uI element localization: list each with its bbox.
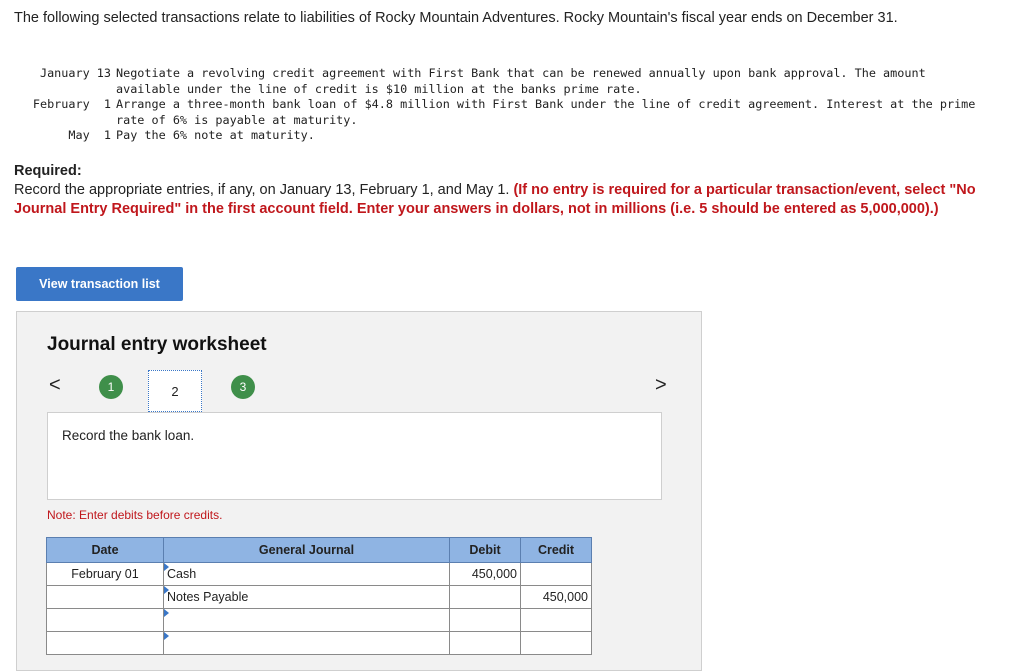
journal-entry-worksheet: Journal entry worksheet < 1 2 3 > Record… <box>16 311 702 671</box>
journal-table: Date General Journal Debit Credit Februa… <box>46 537 592 655</box>
account-value: Cash <box>167 567 197 581</box>
credit-cell[interactable] <box>520 562 592 586</box>
debit-cell[interactable]: 450,000 <box>449 562 521 586</box>
transaction-text: Pay the 6% note at maturity. <box>116 128 315 142</box>
header-debit: Debit <box>449 537 521 563</box>
date-cell[interactable] <box>46 585 164 609</box>
transaction-row: January 13 Negotiate a revolving credit … <box>14 66 996 97</box>
required-section: Required: Record the appropriate entries… <box>14 162 999 219</box>
transaction-date: February 1 <box>32 97 111 111</box>
credit-cell[interactable] <box>520 631 592 655</box>
account-value: Notes Payable <box>167 590 249 604</box>
account-cell[interactable] <box>163 608 455 632</box>
intro-text: The following selected transactions rela… <box>14 10 898 26</box>
worksheet-title: Journal entry worksheet <box>47 334 267 355</box>
entry-description: Record the bank loan. <box>47 412 662 500</box>
chevron-left-icon[interactable]: < <box>49 374 61 397</box>
step-2-button[interactable]: 2 <box>148 370 202 412</box>
required-text: Record the appropriate entries, if any, … <box>14 182 514 198</box>
date-cell[interactable] <box>46 608 164 632</box>
transaction-text: Negotiate a revolving credit agreement w… <box>116 66 933 96</box>
chevron-right-icon[interactable]: > <box>655 374 667 397</box>
transaction-date: January 13 <box>39 66 111 80</box>
credit-cell[interactable]: 450,000 <box>520 585 592 609</box>
date-cell[interactable]: February 01 <box>46 562 164 586</box>
step-3-button[interactable]: 3 <box>231 375 255 399</box>
transaction-list: January 13 Negotiate a revolving credit … <box>14 66 996 144</box>
transaction-date: May 1 <box>68 128 111 142</box>
date-cell[interactable] <box>46 631 164 655</box>
account-cell[interactable]: Cash <box>163 562 455 586</box>
entry-note: Note: Enter debits before credits. <box>47 508 223 522</box>
account-cell[interactable]: Notes Payable <box>163 585 455 609</box>
transaction-row: May 1 Pay the 6% note at maturity. <box>14 128 996 144</box>
required-heading: Required: <box>14 163 82 179</box>
header-general-journal: General Journal <box>163 537 450 563</box>
debit-cell[interactable] <box>449 585 521 609</box>
account-cell[interactable] <box>163 631 455 655</box>
table-row <box>46 608 592 632</box>
transaction-text: Arrange a three-month bank loan of $4.8 … <box>116 97 983 127</box>
step-1-button[interactable]: 1 <box>99 375 123 399</box>
view-transaction-list-button[interactable]: View transaction list <box>16 267 183 301</box>
journal-header-row: Date General Journal Debit Credit <box>46 537 592 563</box>
header-credit: Credit <box>520 537 592 563</box>
transaction-row: February 1 Arrange a three-month bank lo… <box>14 97 996 128</box>
debit-cell[interactable] <box>449 631 521 655</box>
header-date: Date <box>46 537 164 563</box>
table-row: February 01 Cash 450,000 <box>46 562 592 586</box>
debit-cell[interactable] <box>449 608 521 632</box>
table-row: Notes Payable 450,000 <box>46 585 592 609</box>
credit-cell[interactable] <box>520 608 592 632</box>
table-row <box>46 631 592 655</box>
